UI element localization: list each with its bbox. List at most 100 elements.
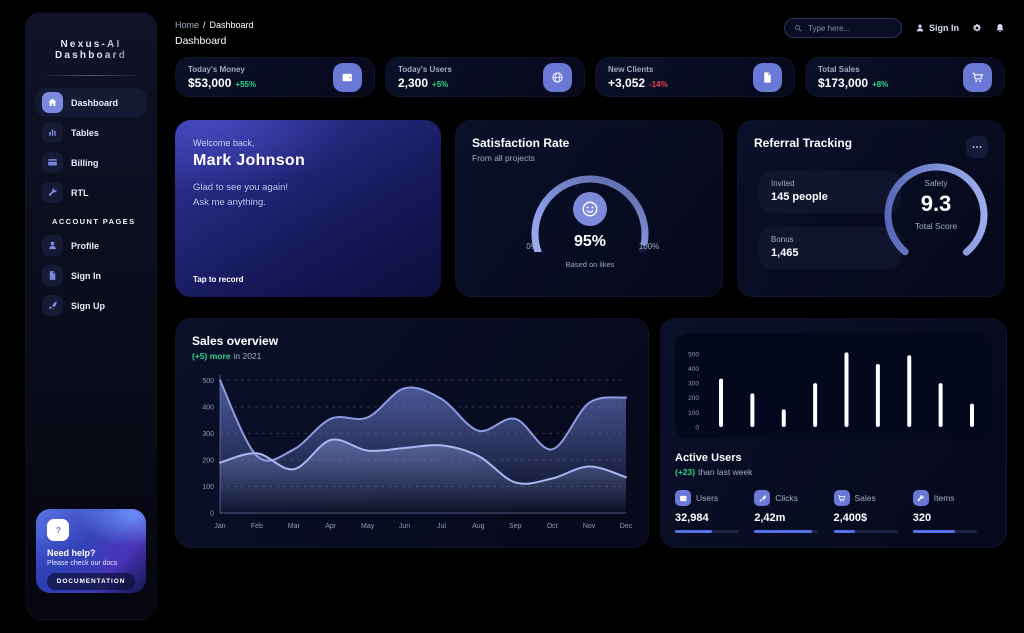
credit-card-icon xyxy=(42,152,63,173)
stat-delta: +5% xyxy=(432,80,448,89)
sales-delta: (+5) more xyxy=(192,351,231,361)
stats-row: Today's Money $53,000+55% Today's Users … xyxy=(175,57,1005,97)
satisfaction-value: 95% xyxy=(574,233,606,251)
svg-text:500: 500 xyxy=(202,378,214,385)
weekly-bars-panel: 5004003002001000 xyxy=(675,333,992,439)
satisfaction-caption: Based on likes xyxy=(566,260,615,269)
sidebar-item-rtl[interactable]: RTL xyxy=(35,178,147,207)
active-users-delta-caption: than last week xyxy=(698,467,752,477)
sidebar-item-sign-up[interactable]: Sign Up xyxy=(35,291,147,320)
metric-value: 2,400$ xyxy=(834,512,913,524)
stat-value: $173,000 xyxy=(818,76,868,90)
stat-label: New Clients xyxy=(608,65,668,74)
invited-value: 145 people xyxy=(771,191,889,203)
stat-card-todays-users: Today's Users 2,300 +5% xyxy=(385,57,585,97)
stat-label: Total Sales xyxy=(818,65,888,74)
sign-in-button[interactable]: Sign In xyxy=(915,23,959,33)
svg-text:300: 300 xyxy=(202,431,214,438)
svg-text:Mar: Mar xyxy=(288,523,301,530)
sidebar-item-label: Sign In xyxy=(71,271,101,281)
active-users-delta: (+23) xyxy=(675,467,695,477)
bonus-value: 1,465 xyxy=(771,247,889,259)
invited-label: Invited xyxy=(771,179,889,188)
sidebar-item-billing[interactable]: Billing xyxy=(35,148,147,177)
app-logo: Nexus-AI Dashboard xyxy=(26,13,156,61)
active-users-title: Active Users xyxy=(675,452,992,464)
sidebar-item-dashboard[interactable]: Dashboard xyxy=(35,88,147,117)
chart-icon xyxy=(42,122,63,143)
sidebar-nav: Dashboard Tables Billing RTL ACCOUNT PAG… xyxy=(26,86,156,323)
bell-icon xyxy=(995,23,1005,33)
rocket-icon xyxy=(754,490,770,506)
svg-text:0: 0 xyxy=(695,425,699,432)
user-name: Mark Johnson xyxy=(193,152,423,170)
svg-text:400: 400 xyxy=(688,366,699,373)
svg-text:200: 200 xyxy=(202,457,214,464)
gauge-max-label: 100% xyxy=(639,242,659,251)
cart-icon xyxy=(834,490,850,506)
svg-text:Aug: Aug xyxy=(472,523,485,530)
stat-delta: -14% xyxy=(649,80,668,89)
stat-label: Today's Money xyxy=(188,65,256,74)
sidebar-item-tables[interactable]: Tables xyxy=(35,118,147,147)
satisfaction-rate-card: Satisfaction Rate From all projects 0% 1… xyxy=(455,120,723,297)
sales-title: Sales overview xyxy=(192,334,632,348)
sidebar-item-sign-in[interactable]: Sign In xyxy=(35,261,147,290)
metric-label: Users xyxy=(696,493,718,503)
sidebar-item-label: Sign Up xyxy=(71,301,105,311)
notifications-button[interactable] xyxy=(995,23,1005,33)
topbar-actions: Sign In xyxy=(784,18,1005,38)
sign-in-label: Sign In xyxy=(929,23,959,33)
gear-icon xyxy=(972,23,982,33)
stat-card-new-clients: New Clients +3,052 -14% xyxy=(595,57,795,97)
breadcrumb-root[interactable]: Home xyxy=(175,20,199,30)
referral-title: Referral Tracking xyxy=(754,136,852,150)
stat-value: +3,052 xyxy=(608,76,645,90)
metric-progress xyxy=(754,530,818,533)
sidebar-section-label: ACCOUNT PAGES xyxy=(52,217,147,226)
help-title: Need help? xyxy=(47,548,135,558)
search-input[interactable] xyxy=(808,24,892,33)
question-icon xyxy=(47,519,69,541)
svg-text:Nov: Nov xyxy=(583,523,596,530)
settings-button[interactable] xyxy=(972,23,982,33)
svg-text:Apr: Apr xyxy=(325,523,337,530)
metric-value: 2,42m xyxy=(754,512,833,524)
person-icon xyxy=(915,23,925,33)
user-icon xyxy=(42,235,63,256)
dashboard-page: Nexus-AI Dashboard Dashboard Tables Bill… xyxy=(0,0,1024,633)
smile-icon xyxy=(573,192,607,226)
svg-text:500: 500 xyxy=(688,351,699,358)
metric-progress xyxy=(913,530,977,533)
main-content: Home/Dashboard Dashboard Sign In T xyxy=(175,0,1005,633)
page-title: Dashboard xyxy=(175,35,226,47)
middle-row: Welcome back, Mark Johnson Glad to see y… xyxy=(175,120,1005,297)
stat-value: 2,300 xyxy=(398,76,428,90)
metric-label: Sales xyxy=(855,493,876,503)
satisfaction-title: Satisfaction Rate xyxy=(472,136,706,150)
stat-delta: +8% xyxy=(872,80,888,89)
sales-period: in 2021 xyxy=(234,351,262,361)
sidebar-item-label: Profile xyxy=(71,241,99,251)
documentation-button[interactable]: DOCUMENTATION xyxy=(47,573,135,590)
metric-users: Users 32,984 xyxy=(675,490,754,533)
sidebar-item-label: Dashboard xyxy=(71,98,118,108)
svg-text:200: 200 xyxy=(688,395,699,402)
svg-text:Sep: Sep xyxy=(509,523,522,530)
svg-text:100: 100 xyxy=(688,410,699,417)
tap-to-record-button[interactable]: Tap to record xyxy=(193,275,244,284)
document-icon xyxy=(753,63,782,92)
wrench-icon xyxy=(913,490,929,506)
svg-text:0: 0 xyxy=(210,511,214,518)
help-subtitle: Please check our docs xyxy=(47,560,135,567)
welcome-line1: Glad to see you again! xyxy=(193,180,423,195)
svg-text:Feb: Feb xyxy=(251,523,263,530)
metric-items: Items 320 xyxy=(913,490,992,533)
referral-menu-button[interactable] xyxy=(966,136,988,158)
sidebar-item-profile[interactable]: Profile xyxy=(35,231,147,260)
wrench-icon xyxy=(42,182,63,203)
active-users-card: 5004003002001000 Active Users (+23)than … xyxy=(660,318,1007,548)
stat-label: Today's Users xyxy=(398,65,452,74)
bonus-label: Bonus xyxy=(771,235,889,244)
welcome-line2: Ask me anything. xyxy=(193,195,423,210)
